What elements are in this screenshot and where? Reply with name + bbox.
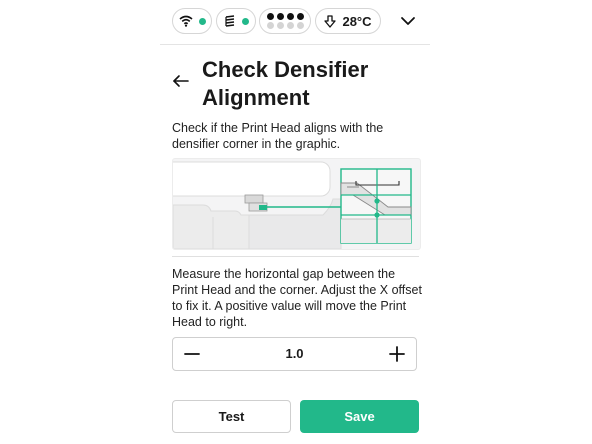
extruder-dot: [286, 13, 294, 20]
back-arrow-icon[interactable]: [172, 72, 190, 90]
extruder-dots-top: [266, 13, 304, 20]
wifi-icon: [178, 15, 193, 27]
extruder-dot: [296, 22, 304, 29]
wifi-status[interactable]: [172, 8, 212, 34]
extruder-dot: [276, 22, 284, 29]
plus-icon: [389, 346, 405, 362]
densifier-alignment-screen: 28°C Check Densifier Alignment Check if …: [160, 0, 430, 444]
extruder-dots-bottom: [266, 22, 304, 29]
x-offset-stepper[interactable]: 1.0: [172, 337, 417, 371]
material-status-dot: [241, 17, 249, 25]
extruder-dot: [276, 13, 284, 20]
section-divider: [172, 256, 419, 257]
extruder-status[interactable]: [259, 8, 311, 34]
material-status[interactable]: [216, 8, 256, 34]
cooling-arrow-icon: [324, 14, 337, 28]
status-bar: 28°C: [160, 0, 430, 45]
temperature-status[interactable]: 28°C: [315, 8, 381, 34]
decrement-button[interactable]: [175, 338, 209, 370]
minus-icon: [184, 353, 200, 355]
extruder-dot: [266, 13, 274, 20]
x-offset-value: 1.0: [285, 346, 304, 361]
extruder-dot: [296, 13, 304, 20]
alignment-illustration-svg: [173, 161, 412, 249]
chevron-down-icon[interactable]: [399, 12, 417, 30]
alignment-instruction: Check if the Print Head aligns with the …: [172, 121, 384, 151]
material-stack-icon: [224, 14, 234, 27]
page-title: Check Densifier Alignment: [202, 57, 369, 110]
extruder-dot: [266, 22, 274, 29]
offset-instruction: Measure the horizontal gap between the P…: [172, 267, 422, 329]
temperature-value: 28°C: [342, 13, 372, 29]
extruder-dot: [286, 22, 294, 29]
wifi-status-dot: [198, 17, 206, 25]
save-button[interactable]: Save: [300, 400, 419, 433]
densifier-alignment-graphic: [172, 158, 421, 250]
increment-button[interactable]: [380, 338, 414, 370]
test-button[interactable]: Test: [172, 400, 291, 433]
